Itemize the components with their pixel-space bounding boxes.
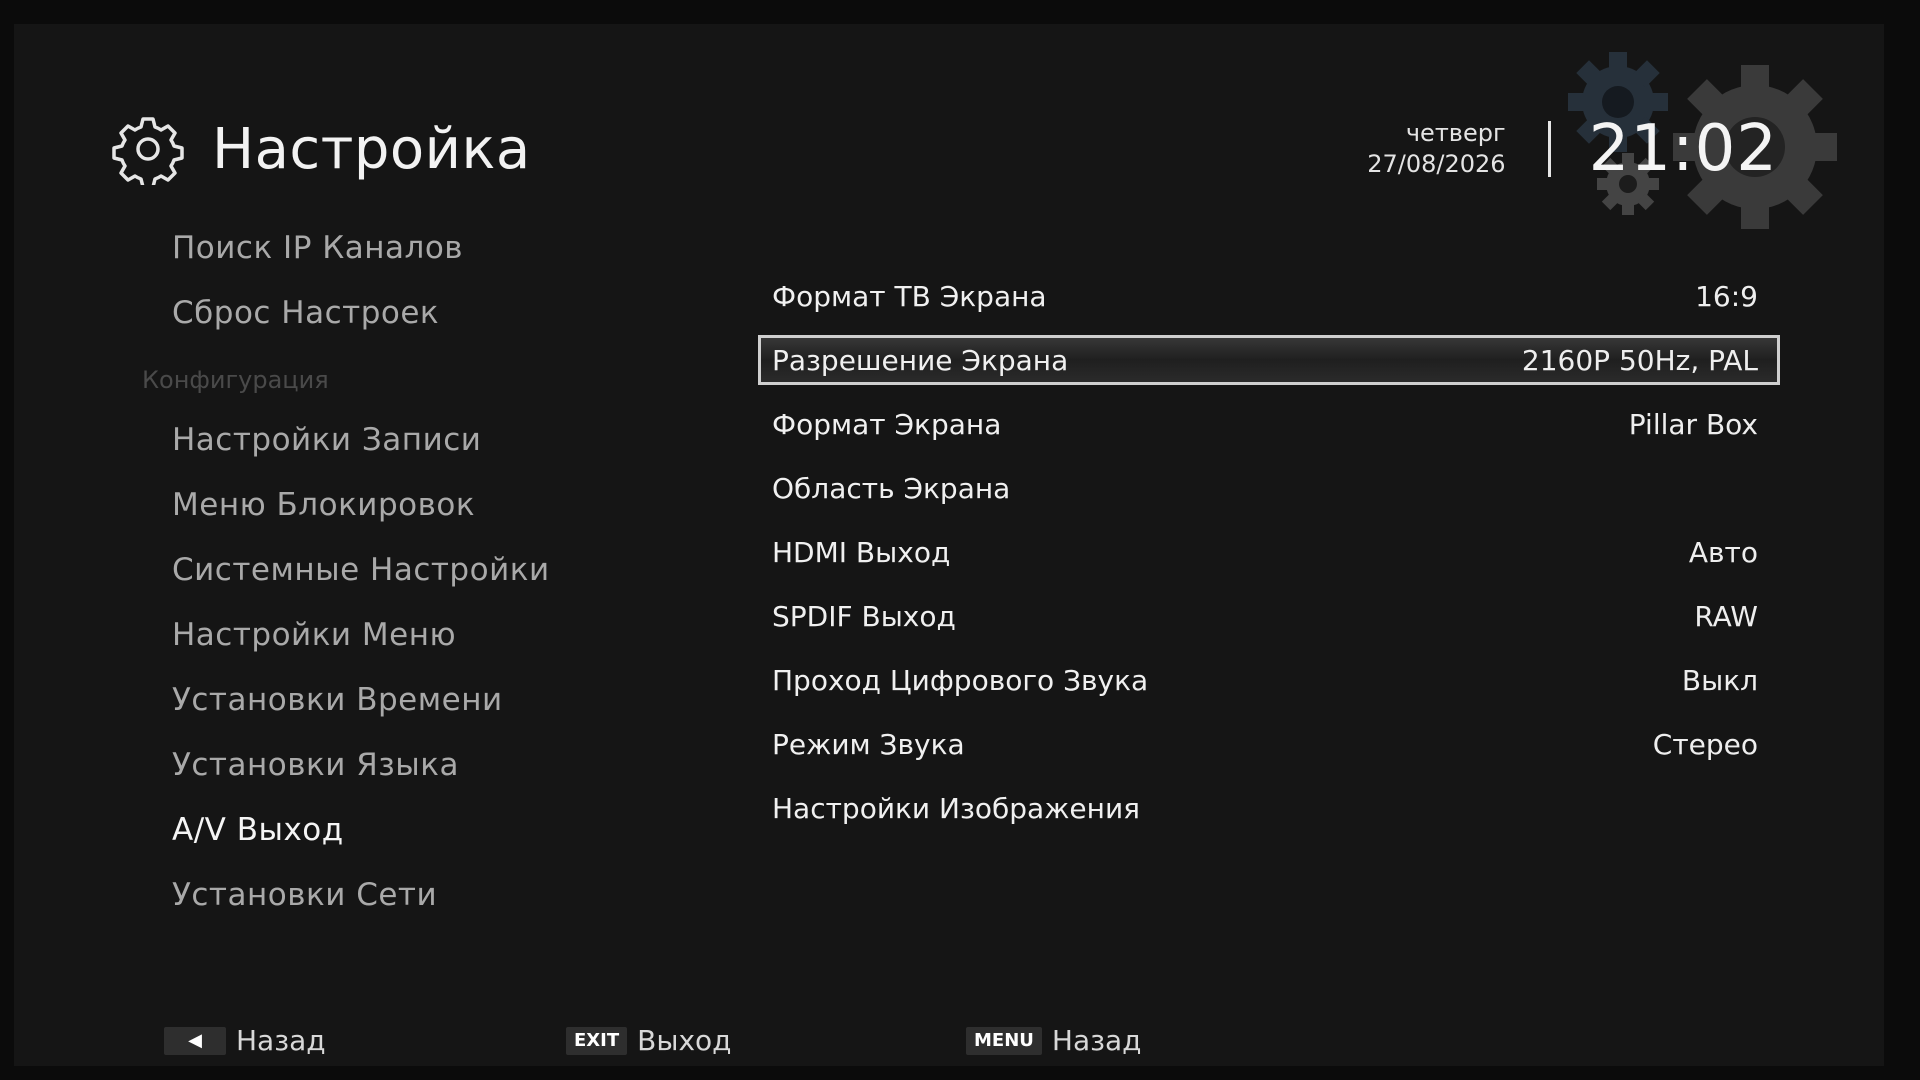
clock-time: 21:02 xyxy=(1588,112,1778,186)
page-header: Настройка xyxy=(112,94,531,204)
setting-value: RAW xyxy=(1694,599,1758,633)
setting-row-sound-mode[interactable]: Режим Звука Стерео xyxy=(758,712,1780,776)
setting-row-screen-area[interactable]: Область Экрана xyxy=(758,456,1780,520)
date-time: четверг 27/08/2026 21:02 xyxy=(1367,112,1778,186)
av-output-settings-list: Формат ТВ Экрана 16:9 Разрешение Экрана … xyxy=(758,264,1780,840)
setting-label: Формат ТВ Экрана xyxy=(772,279,1047,313)
setting-row-picture-settings[interactable]: Настройки Изображения xyxy=(758,776,1780,840)
footer-hints: ◀ Назад EXIT Выход MENU Назад xyxy=(164,1024,1364,1060)
gear-icon xyxy=(112,117,184,185)
tv-settings-screen: Настройка четверг 27/08/2026 21:02 Поиск… xyxy=(14,24,1884,1066)
sidebar-item-av-output[interactable]: A/V Выход xyxy=(172,801,732,866)
setting-label: Режим Звука xyxy=(772,727,965,761)
sidebar-item-parental-lock[interactable]: Меню Блокировок xyxy=(172,476,732,541)
hint-back[interactable]: ◀ Назад xyxy=(164,1024,326,1057)
setting-value: Pillar Box xyxy=(1628,407,1758,441)
setting-label: Разрешение Экрана xyxy=(772,343,1069,377)
setting-row-hdmi-output[interactable]: HDMI Выход Авто xyxy=(758,520,1780,584)
sidebar-menu: Поиск IP Каналов Сброс Настроек Конфигур… xyxy=(142,219,732,931)
left-arrow-icon: ◀ xyxy=(164,1026,226,1055)
setting-value: Стерео xyxy=(1652,727,1758,761)
setting-row-digital-audio-passthrough[interactable]: Проход Цифрового Звука Выкл xyxy=(758,648,1780,712)
setting-value: Выкл xyxy=(1681,663,1758,697)
weekday-label: четверг xyxy=(1405,119,1506,147)
date-display: четверг 27/08/2026 xyxy=(1367,118,1505,180)
exit-key-badge: EXIT xyxy=(566,1026,628,1055)
page-title: Настройка xyxy=(212,116,531,182)
divider xyxy=(1547,121,1551,177)
setting-row-spdif-output[interactable]: SPDIF Выход RAW xyxy=(758,584,1780,648)
setting-label: Настройки Изображения xyxy=(772,791,1140,825)
setting-label: SPDIF Выход xyxy=(772,599,956,633)
date-label: 27/08/2026 xyxy=(1367,150,1506,178)
hint-menu[interactable]: MENU Назад xyxy=(966,1024,1142,1057)
sidebar-section-configuration: Конфигурация xyxy=(142,366,329,394)
hint-exit[interactable]: EXIT Выход xyxy=(566,1024,732,1057)
hint-exit-label: Выход xyxy=(637,1024,732,1057)
setting-label: Область Экрана xyxy=(772,471,1011,505)
setting-label: Формат Экрана xyxy=(772,407,1002,441)
setting-label: Проход Цифрового Звука xyxy=(772,663,1149,697)
hint-menu-label: Назад xyxy=(1051,1024,1142,1057)
sidebar-item-network-settings[interactable]: Установки Сети xyxy=(172,866,732,931)
sidebar-item-ip-channel-search[interactable]: Поиск IP Каналов xyxy=(172,219,732,284)
setting-value: 2160P 50Hz, PAL xyxy=(1521,343,1758,377)
hint-back-label: Назад xyxy=(236,1024,326,1057)
menu-key-badge: MENU xyxy=(966,1026,1042,1055)
sidebar-item-system-settings[interactable]: Системные Настройки xyxy=(172,541,732,606)
setting-value: 16:9 xyxy=(1695,279,1758,313)
setting-row-screen-format[interactable]: Формат Экрана Pillar Box xyxy=(758,392,1780,456)
setting-row-resolution[interactable]: Разрешение Экрана 2160P 50Hz, PAL xyxy=(758,335,1780,385)
sidebar-item-time-settings[interactable]: Установки Времени xyxy=(172,671,732,736)
setting-row-tv-aspect[interactable]: Формат ТВ Экрана 16:9 xyxy=(758,264,1780,328)
sidebar-item-menu-settings[interactable]: Настройки Меню xyxy=(172,606,732,671)
sidebar-item-factory-reset[interactable]: Сброс Настроек xyxy=(172,284,732,349)
sidebar-item-recording-settings[interactable]: Настройки Записи xyxy=(172,411,732,476)
sidebar-item-language-settings[interactable]: Установки Языка xyxy=(172,736,732,801)
setting-label: HDMI Выход xyxy=(772,535,951,569)
setting-value: Авто xyxy=(1688,535,1758,569)
